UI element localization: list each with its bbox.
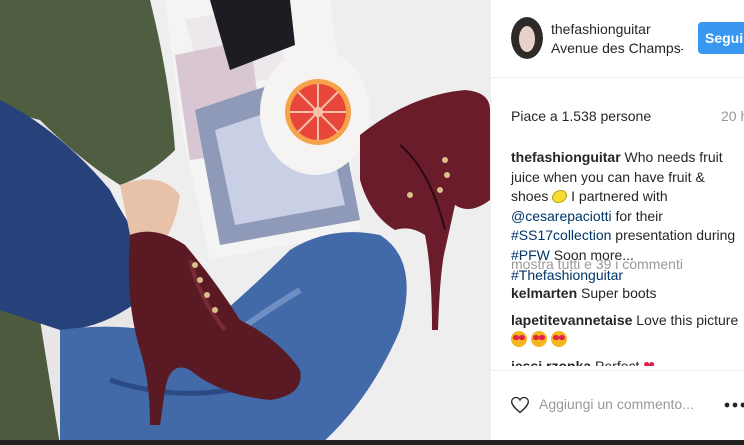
caption-text: for their <box>611 207 663 224</box>
more-options-icon[interactable] <box>724 402 744 408</box>
heart-eyes-emoji-icon <box>511 331 527 348</box>
bottom-edge <box>0 440 744 445</box>
comment-input[interactable] <box>539 393 709 415</box>
post-time[interactable]: 20 h <box>721 108 744 124</box>
heart-outline-icon[interactable] <box>510 395 530 415</box>
caption-text: presentation during <box>611 227 736 244</box>
location-link[interactable]: Avenue des Champs-É... <box>551 40 683 56</box>
comments-list: kelmarten Super boots lapetitevannetaise… <box>511 284 744 366</box>
red-heart-emoji-icon: ❤ <box>643 357 656 366</box>
heart-eyes-emoji-icon <box>550 331 567 348</box>
comment-text: Love this picture <box>632 311 739 328</box>
comment-text: Super boots <box>577 285 657 301</box>
comment-footer <box>491 371 744 445</box>
avatar[interactable] <box>511 17 543 59</box>
view-all-comments-link[interactable]: mostra tutti e 39 i commenti <box>511 256 683 272</box>
comment-username[interactable]: lapetitevannetaise <box>511 312 632 328</box>
likes-count[interactable]: Piace a 1.538 persone <box>511 108 651 124</box>
comment-item: lapetitevannetaise Love this picture <box>511 311 744 350</box>
caption-username[interactable]: thefashionguitar <box>511 149 621 165</box>
lemon-emoji-icon <box>552 190 568 204</box>
comment-item: jessi.rzonka Perfect ❤ <box>511 357 744 366</box>
mention-link[interactable]: @cesarepaciotti <box>511 208 612 224</box>
hashtag-link[interactable]: #SS17collection <box>511 227 611 243</box>
post-header: thefashionguitar Avenue des Champs-É... … <box>491 0 744 78</box>
comment-username[interactable]: jessi.rzonka <box>511 358 591 366</box>
photo-illustration <box>0 0 490 445</box>
caption-text: I partnered with <box>567 188 668 205</box>
comment-item: kelmarten Super boots <box>511 284 744 304</box>
follow-button[interactable]: Segui <box>698 22 744 54</box>
heart-eyes-emoji-icon <box>530 331 547 348</box>
post-photo[interactable] <box>0 0 490 445</box>
likes-row: Piace a 1.538 persone 20 h <box>511 108 744 128</box>
comment-text: Perfect <box>591 357 644 366</box>
username-link[interactable]: thefashionguitar <box>551 21 651 37</box>
comment-username[interactable]: kelmarten <box>511 285 577 301</box>
post-details-panel: thefashionguitar Avenue des Champs-É... … <box>490 0 744 445</box>
